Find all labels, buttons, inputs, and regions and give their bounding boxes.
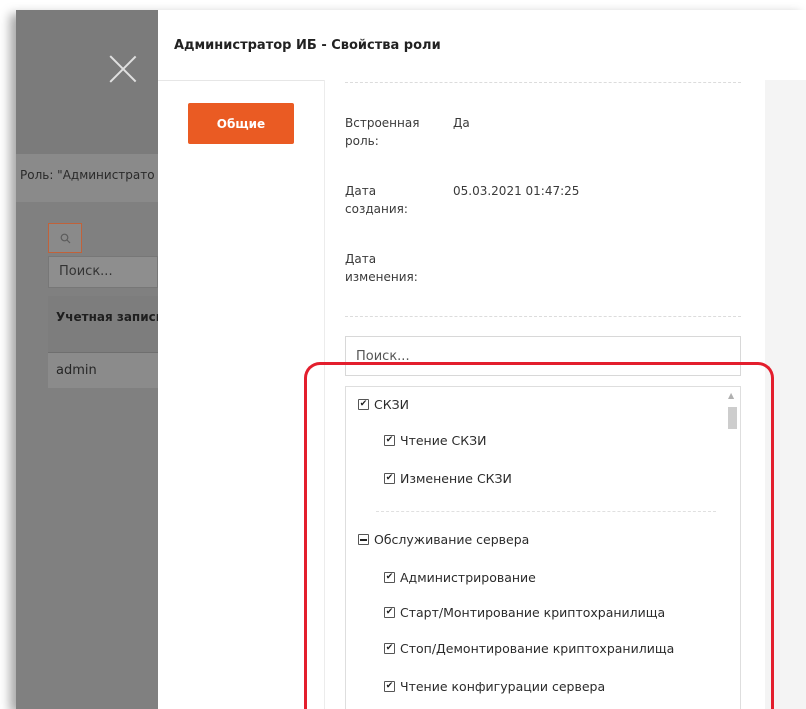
- created-date-value: 05.03.2021 01:47:25: [453, 184, 580, 198]
- divider: [345, 316, 741, 317]
- divider: [345, 82, 741, 83]
- created-date-label: Дата создания:: [345, 184, 408, 216]
- background-role-label: Роль: "Администрато: [20, 168, 155, 182]
- background-table-header: Учетная запись: [48, 296, 163, 352]
- background-search-button[interactable]: [48, 223, 82, 253]
- search-icon: [60, 233, 70, 244]
- dialog-header: Администратор ИБ - Свойства роли: [158, 10, 806, 81]
- builtin-role-label: Встроенная роль:: [345, 116, 420, 148]
- builtin-role-value: Да: [453, 116, 470, 130]
- background-search-input[interactable]: Поиск...: [48, 256, 158, 288]
- background-table-row[interactable]: admin: [48, 352, 158, 388]
- dialog-title: Администратор ИБ - Свойства роли: [174, 38, 441, 53]
- close-icon[interactable]: [108, 54, 138, 84]
- tab-general[interactable]: Общие: [188, 103, 294, 144]
- modified-date-label: Дата изменения:: [345, 252, 418, 284]
- highlight-annotation: [304, 362, 774, 709]
